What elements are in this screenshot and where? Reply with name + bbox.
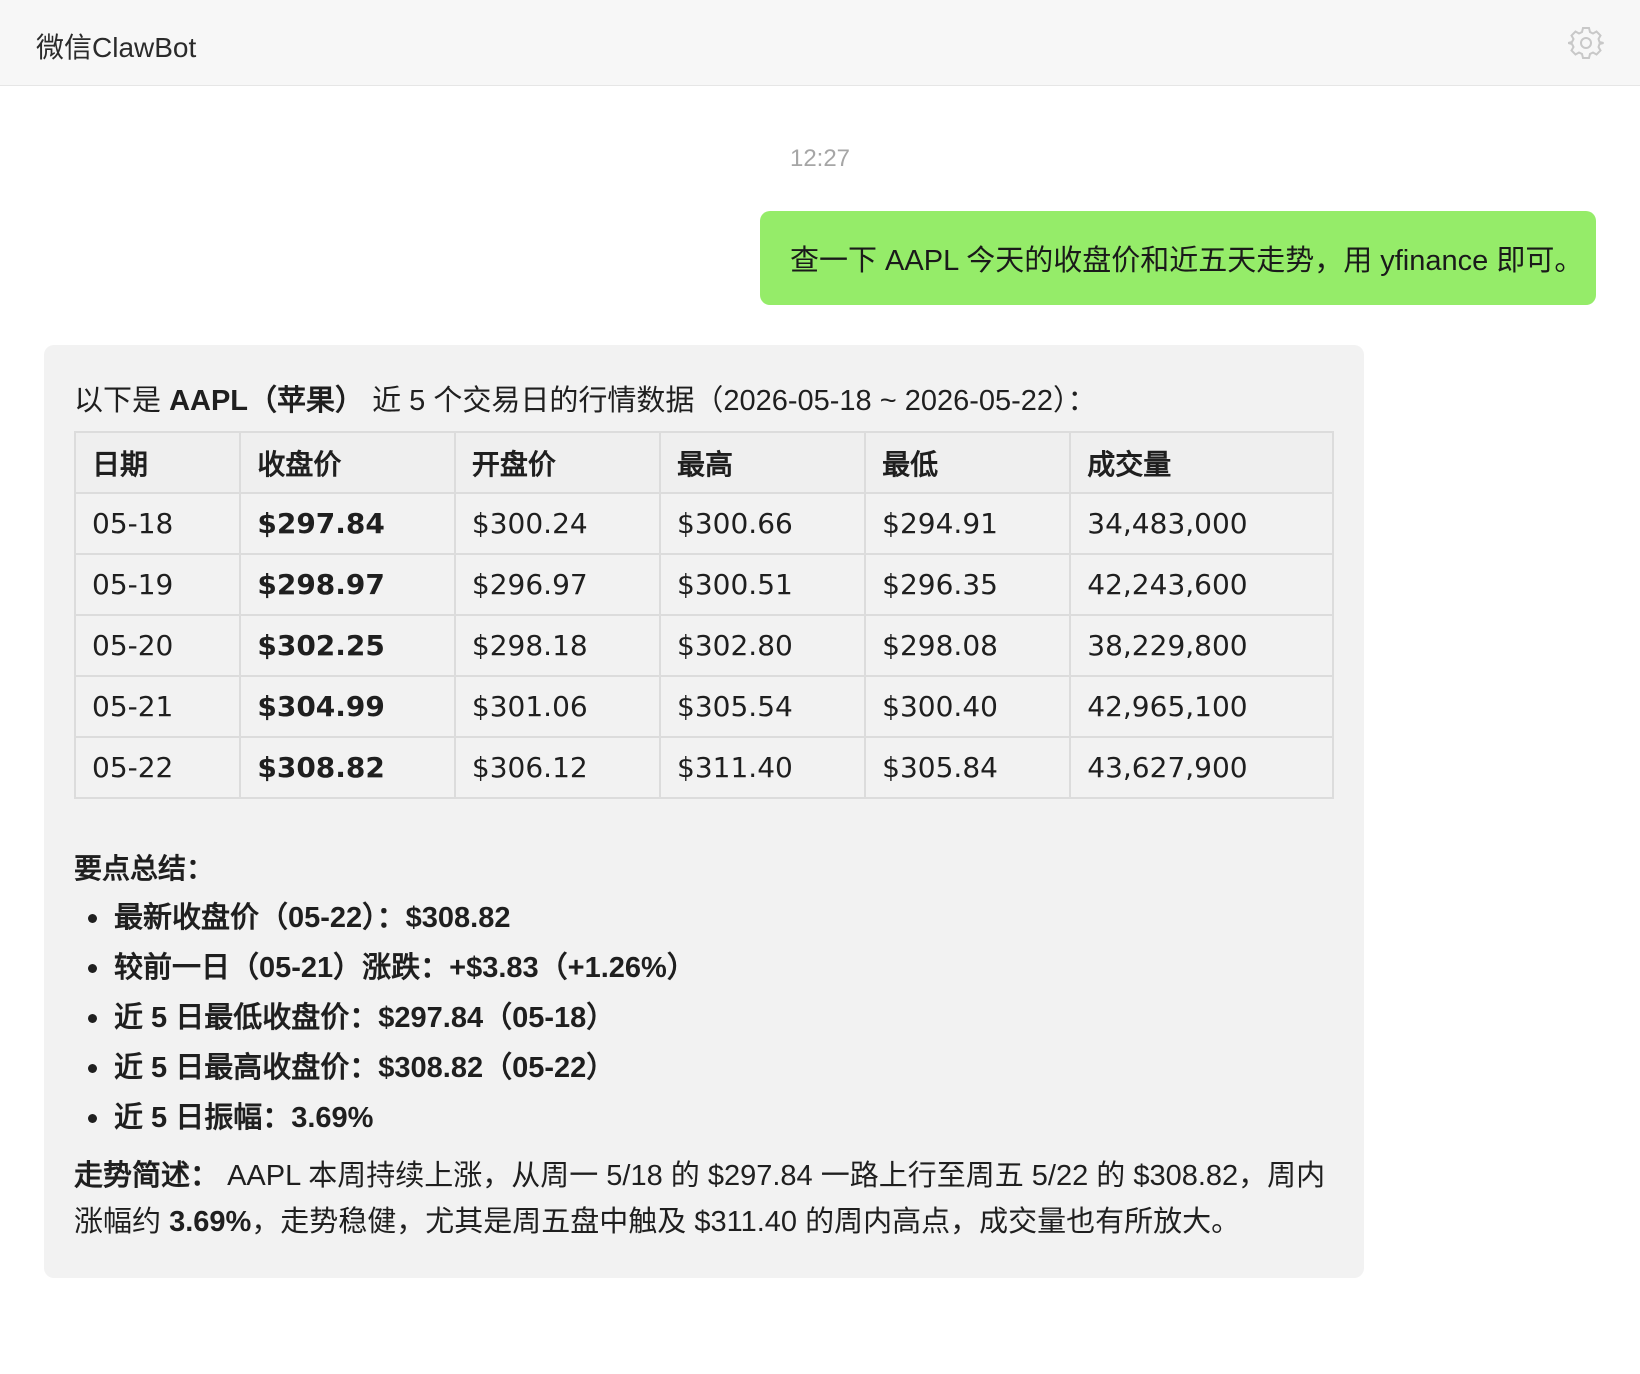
cell-date: 05-19 bbox=[73, 553, 242, 616]
cell-open: $300.24 bbox=[453, 492, 662, 555]
table-row: 05-18 $297.84 $300.24 $300.66 $294.91 34… bbox=[73, 492, 1334, 555]
cell-volume: 34,483,000 bbox=[1069, 492, 1334, 555]
cell-open: $301.06 bbox=[453, 675, 662, 738]
quotes-table: 日期 收盘价 开盘价 最高 最低 成交量 05-18 $297.84 $300.… bbox=[73, 431, 1334, 799]
list-item: 近 5 日振幅：3.69% bbox=[74, 1093, 696, 1143]
cell-date: 05-18 bbox=[73, 492, 242, 555]
list-item: 近 5 日最低收盘价：$297.84（05-18） bbox=[74, 993, 696, 1043]
intro-suffix: 近 5 个交易日的行情数据（2026-05-18 ~ 2026-05-22）： bbox=[364, 385, 1097, 417]
cell-close: $298.97 bbox=[239, 553, 456, 616]
column-header-high: 最高 bbox=[659, 431, 867, 494]
cell-open: $306.12 bbox=[453, 736, 662, 799]
cell-low: $300.40 bbox=[864, 675, 1072, 738]
cell-open: $296.97 bbox=[453, 553, 662, 616]
column-header-volume: 成交量 bbox=[1069, 431, 1334, 494]
trend-text-2: ，走势稳健，尤其是周五盘中触及 $311.40 的周内高点，成交量也有所放大。 bbox=[251, 1206, 1241, 1238]
cell-open: $298.18 bbox=[453, 614, 662, 677]
cell-date: 05-21 bbox=[73, 675, 242, 738]
column-header-low: 最低 bbox=[864, 431, 1072, 494]
chat-header: 微信ClawBot bbox=[0, 0, 1640, 86]
cell-low: $294.91 bbox=[864, 492, 1072, 555]
cell-date: 05-20 bbox=[73, 614, 242, 677]
table-row: 05-20 $302.25 $298.18 $302.80 $298.08 38… bbox=[73, 614, 1334, 677]
cell-high: $305.54 bbox=[659, 675, 867, 738]
user-message-text: 查一下 AAPL 今天的收盘价和近五天走势，用 yfinance 即可。 bbox=[790, 245, 1584, 277]
user-message-bubble[interactable]: 查一下 AAPL 今天的收盘价和近五天走势，用 yfinance 即可。 bbox=[760, 211, 1596, 305]
cell-low: $305.84 bbox=[864, 736, 1072, 799]
trend-label: 走势简述： bbox=[74, 1160, 220, 1192]
table-row: 05-19 $298.97 $296.97 $300.51 $296.35 42… bbox=[73, 553, 1334, 616]
list-item: 近 5 日最高收盘价：$308.82（05-22） bbox=[74, 1043, 696, 1093]
message-timestamp: 12:27 bbox=[789, 145, 851, 172]
cell-close: $304.99 bbox=[239, 675, 456, 738]
column-header-date: 日期 bbox=[73, 431, 242, 494]
cell-high: $302.80 bbox=[659, 614, 867, 677]
summary-title: 要点总结： bbox=[74, 853, 215, 884]
cell-high: $300.51 bbox=[659, 553, 867, 616]
cell-low: $298.08 bbox=[864, 614, 1072, 677]
summary-points: 最新收盘价（05-22）：$308.82 较前一日（05-21）涨跌：+$3.8… bbox=[74, 893, 696, 1143]
table-row: 05-21 $304.99 $301.06 $305.54 $300.40 42… bbox=[73, 675, 1334, 738]
gear-icon[interactable] bbox=[1567, 25, 1604, 61]
intro-ticker: AAPL（苹果） bbox=[169, 385, 365, 417]
column-header-close: 收盘价 bbox=[239, 431, 456, 494]
table-header-row: 日期 收盘价 开盘价 最高 最低 成交量 bbox=[73, 431, 1334, 494]
cell-volume: 42,965,100 bbox=[1069, 675, 1334, 738]
cell-volume: 43,627,900 bbox=[1069, 736, 1334, 799]
trend-summary: 走势简述： AAPL 本周持续上涨，从周一 5/18 的 $297.84 一路上… bbox=[74, 1153, 1334, 1245]
intro-prefix: 以下是 bbox=[74, 385, 170, 417]
cell-high: $311.40 bbox=[659, 736, 867, 799]
cell-low: $296.35 bbox=[864, 553, 1072, 616]
table-row: 05-22 $308.82 $306.12 $311.40 $305.84 43… bbox=[73, 736, 1334, 799]
trend-percent: 3.69% bbox=[169, 1206, 252, 1238]
bot-message-bubble: 以下是 AAPL（苹果） 近 5 个交易日的行情数据（2026-05-18 ~ … bbox=[44, 345, 1364, 1278]
cell-date: 05-22 bbox=[73, 736, 242, 799]
cell-close: $297.84 bbox=[239, 492, 456, 555]
list-item: 较前一日（05-21）涨跌：+$3.83（+1.26%） bbox=[74, 943, 696, 993]
cell-volume: 42,243,600 bbox=[1069, 553, 1334, 616]
list-item: 最新收盘价（05-22）：$308.82 bbox=[74, 893, 696, 943]
cell-close: $302.25 bbox=[239, 614, 456, 677]
cell-close: $308.82 bbox=[239, 736, 456, 799]
chat-title: 微信ClawBot bbox=[36, 32, 197, 63]
bot-intro: 以下是 AAPL（苹果） 近 5 个交易日的行情数据（2026-05-18 ~ … bbox=[74, 377, 1097, 419]
cell-high: $300.66 bbox=[659, 492, 867, 555]
cell-volume: 38,229,800 bbox=[1069, 614, 1334, 677]
column-header-open: 开盘价 bbox=[453, 431, 662, 494]
